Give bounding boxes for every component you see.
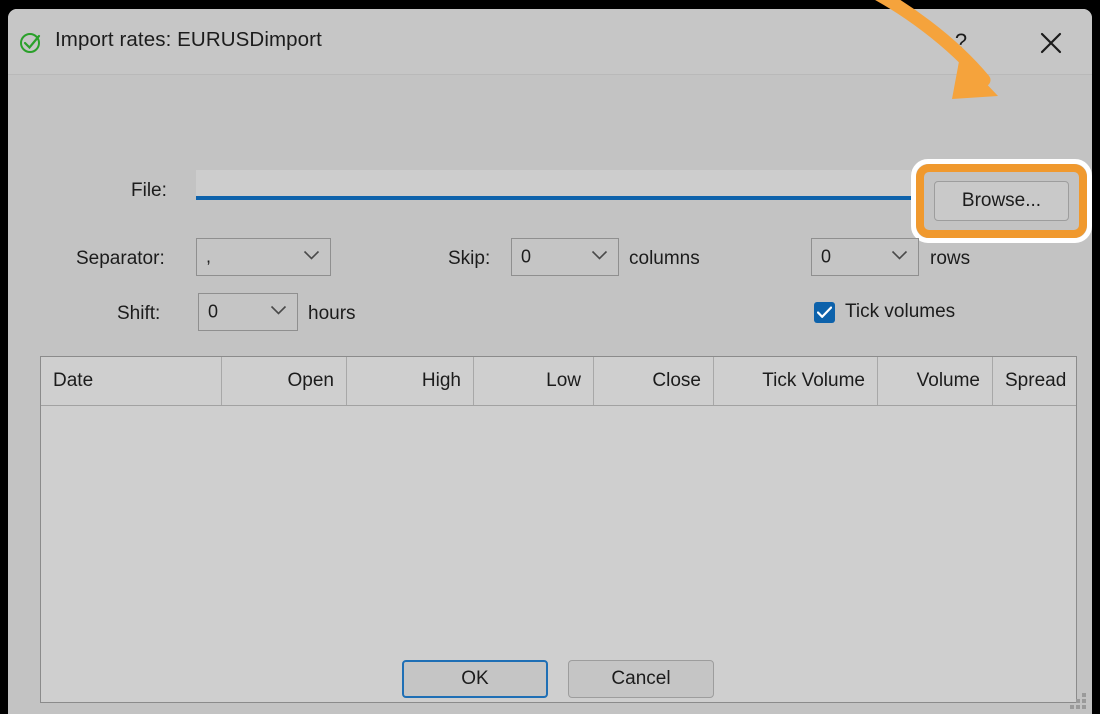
check-circle-icon (19, 31, 43, 55)
table-header-row: Date Open High Low Close Tick Volume Volume Spr… (41, 357, 1076, 406)
column-header-label: Tick Volume (762, 370, 865, 391)
column-header-spread[interactable]: Spread (992, 357, 1076, 405)
browse-highlight-annotation: Browse... (911, 159, 1092, 243)
separator-select[interactable]: , (196, 238, 331, 276)
column-header-label: Volume (916, 370, 980, 391)
column-header-open[interactable]: Open (221, 357, 346, 405)
chevron-down-icon (891, 248, 908, 266)
column-header-low[interactable]: Low (473, 357, 593, 405)
help-button[interactable]: ? (938, 21, 984, 63)
window-title: Import rates: EURUSDimport (55, 28, 322, 51)
skip-label: Skip: (448, 248, 491, 269)
skip-rows-value: 0 (821, 246, 832, 267)
title-bar: Import rates: EURUSDimport ? (8, 9, 1092, 75)
close-icon[interactable] (1028, 21, 1074, 63)
separator-value: , (206, 246, 212, 267)
column-header-close[interactable]: Close (593, 357, 713, 405)
browse-button[interactable]: Browse... (934, 181, 1069, 221)
chevron-down-icon (270, 303, 287, 321)
skip-columns-select[interactable]: 0 (511, 238, 619, 276)
tick-volumes-checkbox[interactable]: Tick volumes (814, 301, 955, 323)
column-header-label: High (421, 370, 461, 391)
column-header-label: Date (53, 370, 94, 391)
column-header-tick-volume[interactable]: Tick Volume (713, 357, 877, 405)
skip-rows-select[interactable]: 0 (811, 238, 919, 276)
resize-grip[interactable] (1070, 693, 1086, 709)
shift-select[interactable]: 0 (198, 293, 298, 331)
column-header-date[interactable]: Date (41, 357, 221, 405)
hours-label: hours (308, 303, 356, 324)
cancel-button[interactable]: Cancel (568, 660, 714, 698)
chevron-down-icon (303, 248, 320, 266)
column-header-label: Low (546, 370, 581, 391)
column-header-label: Open (287, 370, 334, 391)
import-rates-dialog: Import rates: EURUSDimport ? File: Brows… (8, 9, 1092, 714)
ok-button[interactable]: OK (402, 660, 548, 698)
shift-value: 0 (208, 301, 219, 322)
shift-label: Shift: (117, 303, 161, 324)
dialog-body: File: Browse... Separator: , Skip: 0 col… (8, 75, 1092, 714)
column-header-high[interactable]: High (346, 357, 473, 405)
separator-label: Separator: (76, 248, 165, 269)
chevron-down-icon (591, 248, 608, 266)
column-header-volume[interactable]: Volume (877, 357, 992, 405)
skip-columns-value: 0 (521, 246, 532, 267)
tick-volumes-label: Tick volumes (845, 301, 956, 322)
columns-label: columns (629, 248, 700, 269)
rows-label: rows (930, 248, 971, 269)
column-header-label: Close (652, 370, 701, 391)
file-path-input[interactable] (196, 170, 911, 200)
column-header-label: Spread (1005, 370, 1067, 391)
checkmark-icon (814, 301, 835, 323)
dialog-footer: OK Cancel (8, 637, 1092, 714)
file-label: File: (131, 180, 167, 201)
